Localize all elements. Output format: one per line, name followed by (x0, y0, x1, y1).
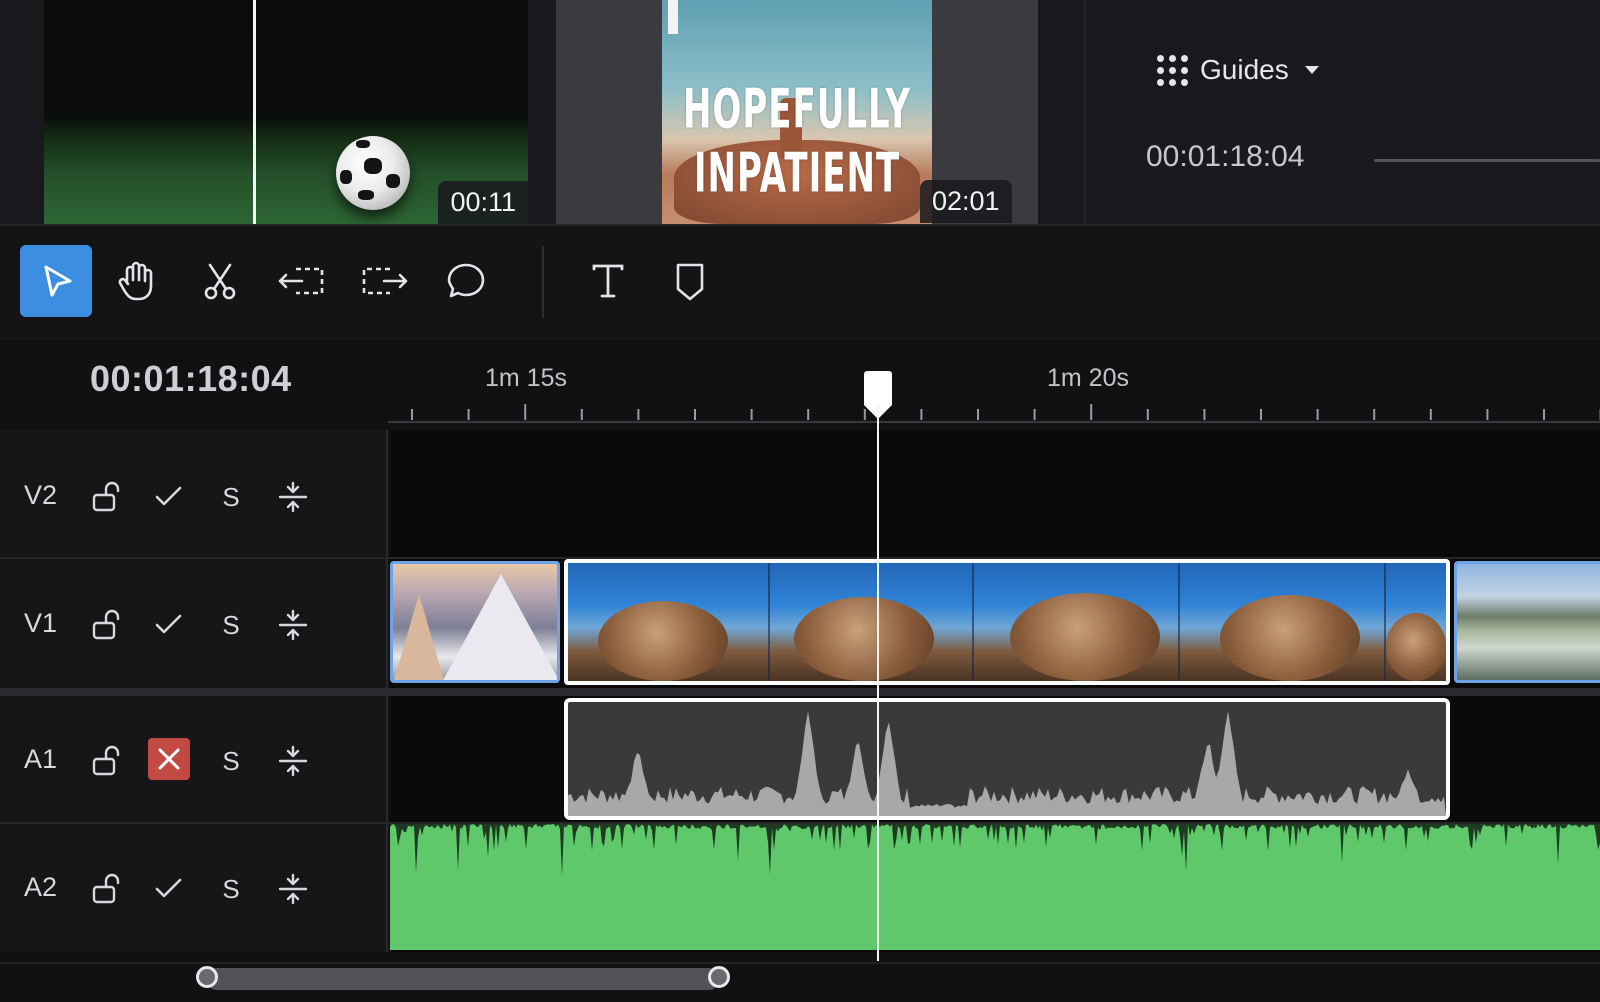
solo-button-v2[interactable]: S (210, 476, 252, 518)
coral-image (598, 601, 728, 681)
lock-toggle-v2[interactable] (86, 476, 128, 518)
track-header-a2 (0, 824, 388, 952)
mountain-peak-image (393, 594, 445, 680)
scrollbar-start-handle[interactable] (196, 966, 218, 988)
media-thumbnail-poster[interactable]: HOPEFULLY INPATIENT (662, 0, 932, 224)
guides-dropdown[interactable]: Guides (1157, 50, 1319, 90)
text-tool-button[interactable] (572, 245, 644, 317)
grid-dots-icon (1157, 54, 1188, 86)
trim-left-icon (278, 267, 324, 295)
guides-label: Guides (1200, 54, 1289, 85)
checkmark-icon (155, 878, 182, 898)
panel-timecode: 00:01:18:04 (1146, 140, 1305, 173)
unlock-icon (92, 481, 120, 512)
audio-waveform-a2 (390, 824, 1600, 876)
hand-tool-button[interactable] (100, 245, 172, 317)
cursor-icon (44, 265, 72, 297)
coral-image (1010, 593, 1160, 681)
razor-tool-button[interactable] (184, 245, 256, 317)
guides-panel (1084, 0, 1600, 224)
ripple-trim-right-button[interactable] (348, 245, 420, 317)
close-x-icon (158, 748, 180, 770)
select-tool-button[interactable] (20, 245, 92, 317)
track-enable-a2[interactable] (148, 868, 190, 910)
filmstrip-frame (1180, 563, 1386, 681)
trim-right-icon (362, 267, 408, 295)
media-thumbnail-soccer[interactable]: 00:11 (44, 0, 528, 224)
video-clip-lake[interactable] (1454, 561, 1600, 683)
toolbar-separator (542, 246, 544, 318)
panel-slider[interactable] (1374, 159, 1600, 162)
ripple-trim-left-button[interactable] (266, 245, 338, 317)
marker-tool-button[interactable] (654, 245, 726, 317)
coral-image (1386, 613, 1446, 681)
checkmark-icon (155, 486, 182, 506)
expand-vertical-icon (278, 873, 308, 905)
video-clip-mountain[interactable] (390, 561, 560, 683)
track-name-v1: V1 (24, 608, 58, 638)
track-height-a1[interactable] (272, 740, 314, 782)
track-height-v2[interactable] (272, 476, 314, 518)
lock-toggle-a1[interactable] (86, 740, 128, 782)
video-audio-divider[interactable] (0, 688, 1600, 696)
coral-image (794, 597, 934, 681)
poster-side-strip (668, 0, 678, 34)
scrollbar-end-handle[interactable] (708, 966, 730, 988)
snow-mountain-image (441, 574, 557, 680)
timeline-scrollbar[interactable] (206, 968, 720, 990)
preview-scrub-line (253, 0, 256, 224)
video-clip-reef-selected[interactable] (564, 559, 1450, 685)
expand-vertical-icon (278, 609, 308, 641)
checkmark-icon (155, 614, 182, 634)
timeline-ruler-ticks[interactable] (388, 395, 1600, 425)
coral-image (1220, 595, 1360, 681)
filmstrip-frame (1386, 563, 1446, 681)
solo-button-v1[interactable]: S (210, 604, 252, 646)
track-enable-a1[interactable] (148, 738, 190, 780)
soccer-ball-image (336, 136, 410, 210)
track-lane-v2[interactable] (390, 430, 1600, 557)
audio-clip-a2[interactable] (390, 824, 1600, 950)
hand-icon (118, 261, 153, 301)
playhead-line[interactable] (877, 405, 879, 961)
track-enable-v2[interactable] (148, 476, 190, 518)
poster-title-text: HOPEFULLY INPATIENT (683, 78, 911, 206)
clip-duration-badge: 00:11 (438, 181, 528, 224)
track-height-v1[interactable] (272, 604, 314, 646)
track-header-v1 (0, 559, 388, 688)
expand-vertical-icon (278, 745, 308, 777)
track-header-a1 (0, 696, 388, 822)
track-height-a2[interactable] (272, 868, 314, 910)
clip-duration-badge-2: 02:01 (920, 180, 1012, 223)
solo-button-a2[interactable]: S (210, 868, 252, 910)
text-icon (592, 264, 624, 298)
filmstrip-frame (974, 563, 1180, 681)
ruler-label-1m20s: 1m 20s (1047, 364, 1129, 392)
ruler-label-1m15s: 1m 15s (485, 364, 567, 392)
speech-bubble-icon (447, 263, 485, 298)
lock-toggle-v1[interactable] (86, 604, 128, 646)
expand-vertical-icon (278, 481, 308, 513)
solo-button-a1[interactable]: S (210, 740, 252, 782)
comment-tool-button[interactable] (430, 245, 502, 317)
track-name-v2: V2 (24, 480, 58, 510)
track-enable-v1[interactable] (148, 604, 190, 646)
unlock-icon (92, 609, 120, 640)
playhead-handle[interactable] (864, 371, 892, 405)
caret-down-icon (1304, 66, 1319, 74)
filmstrip-frame (770, 563, 974, 681)
audio-waveform (568, 711, 1446, 816)
audio-clip-a1-selected[interactable] (564, 698, 1450, 820)
filmstrip-frame (568, 563, 770, 681)
unlock-icon (92, 745, 120, 776)
lock-toggle-a2[interactable] (86, 868, 128, 910)
track-header-v2 (0, 430, 388, 557)
timeline-timecode[interactable]: 00:01:18:04 (90, 358, 292, 400)
shield-marker-icon (676, 263, 704, 301)
scissors-icon (204, 263, 236, 300)
track-name-a1: A1 (24, 744, 58, 774)
track-name-a2: A2 (24, 872, 58, 902)
unlock-icon (92, 873, 120, 904)
